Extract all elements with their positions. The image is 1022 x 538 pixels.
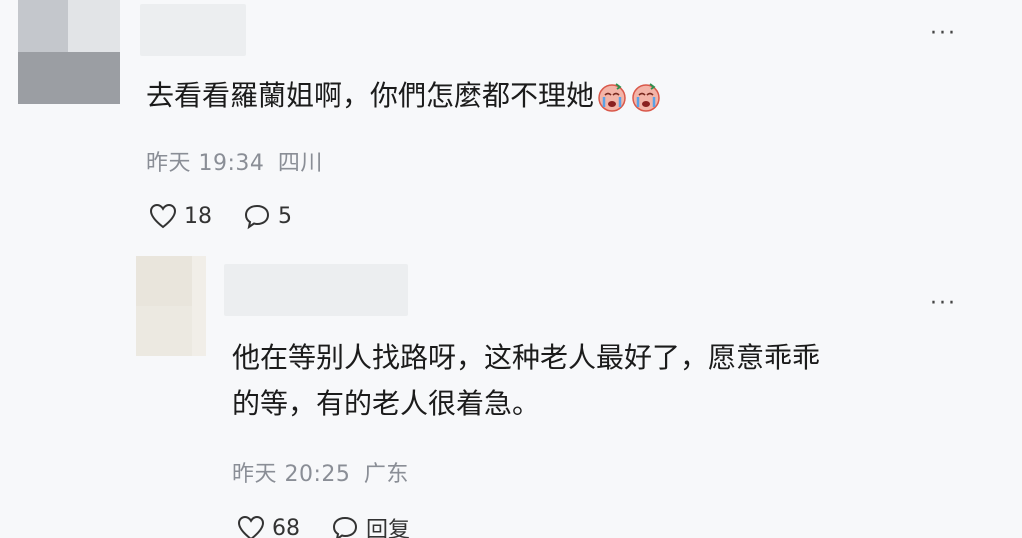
reply-text-line: 的等，有的老人很着急。 <box>232 387 541 420</box>
reply-label: 回复 <box>366 518 411 538</box>
more-options-button[interactable]: ··· <box>930 293 957 315</box>
comment-thread: ··· 去看看羅蘭姐啊，你們怎麼都不理她 昨天 19:34 四川 18 5 ··… <box>0 0 1022 538</box>
comment-meta: 昨天 19:34 四川 <box>146 145 329 177</box>
avatar[interactable] <box>18 0 120 104</box>
heart-icon <box>149 203 177 229</box>
comment-bubble-icon <box>244 204 270 230</box>
comment-time: 昨天 19:34 <box>146 151 265 176</box>
like-count: 18 <box>184 203 212 229</box>
reply-actions: 68 回复 <box>236 512 440 538</box>
reply-text: 他在等别人找路呀，这种老人最好了，愿意乖乖 的等，有的老人很着急。 <box>232 338 820 424</box>
reply-button[interactable]: 5 <box>242 202 292 230</box>
heart-icon <box>237 515 265 538</box>
reply-button[interactable]: 回复 <box>330 512 410 538</box>
comment-bubble-icon <box>332 516 358 538</box>
crying-face-icon <box>596 81 628 113</box>
comment-location: 四川 <box>277 151 323 176</box>
username-blurred[interactable] <box>140 4 246 56</box>
avatar[interactable] <box>136 256 206 356</box>
like-count: 68 <box>272 515 300 538</box>
reply-count: 5 <box>278 203 292 229</box>
reply-time: 昨天 20:25 <box>232 462 351 487</box>
reply-location: 广东 <box>363 462 409 487</box>
comment-text: 去看看羅蘭姐啊，你們怎麼都不理她 <box>146 76 662 116</box>
comment-actions: 18 5 <box>148 202 322 230</box>
comment-text-content: 去看看羅蘭姐啊，你們怎麼都不理她 <box>146 79 595 112</box>
like-button[interactable]: 68 <box>236 514 300 538</box>
like-button[interactable]: 18 <box>148 202 212 230</box>
reply-text-line: 他在等别人找路呀，这种老人最好了，愿意乖乖 <box>232 341 821 374</box>
more-options-button[interactable]: ··· <box>930 23 957 45</box>
crying-face-icon <box>630 81 662 113</box>
username-blurred[interactable] <box>224 264 408 316</box>
reply-meta: 昨天 20:25 广东 <box>232 456 415 488</box>
